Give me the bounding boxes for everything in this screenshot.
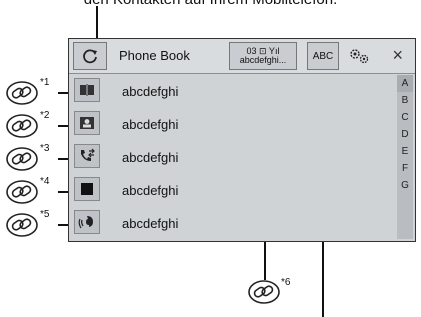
list-item[interactable]: abcdefghi: [69, 206, 399, 240]
leader-line: [58, 92, 68, 94]
leader-line: [58, 191, 68, 193]
link-icon: [6, 114, 38, 138]
index-letter[interactable]: F: [397, 160, 413, 177]
index-letter[interactable]: E: [397, 143, 413, 160]
index-letter[interactable]: C: [397, 109, 413, 126]
callout-label: *4: [40, 176, 50, 187]
list-item-label: abcdefghi: [122, 117, 179, 132]
call-history-icon[interactable]: [74, 144, 100, 168]
list-item-label: abcdefghi: [122, 84, 179, 99]
abc-search-button[interactable]: ABC: [307, 42, 339, 70]
list-item[interactable]: abcdefghi: [69, 74, 399, 108]
book-icon[interactable]: [74, 78, 100, 102]
link-icon: [6, 147, 38, 171]
device-select-button[interactable]: 03 ⊡ Yıl abcdefghi...: [229, 42, 297, 70]
index-letter[interactable]: G: [397, 177, 413, 194]
leader-line: [58, 158, 68, 160]
leader-line: [96, 6, 98, 38]
callout-label: *1: [40, 77, 50, 88]
square-icon[interactable]: [74, 177, 100, 201]
list-item[interactable]: abcdefghi: [69, 107, 399, 141]
link-icon: [248, 280, 280, 304]
index-letter[interactable]: A: [397, 75, 413, 92]
list-item[interactable]: abcdefghi: [69, 173, 399, 207]
phone-book-screen: Phone Book 03 ⊡ Yıl abcdefghi... ABC × a…: [68, 38, 416, 242]
callout-label: *6: [281, 277, 291, 288]
caption: den Kontakten auf Ihrem Mobiltelefon.: [0, 0, 421, 8]
list-item-label: abcdefghi: [122, 150, 179, 165]
device-name: abcdefghi...: [239, 55, 287, 65]
header-bar: Phone Book 03 ⊡ Yıl abcdefghi... ABC ×: [69, 39, 415, 74]
refresh-button[interactable]: [73, 42, 107, 70]
alphabet-index[interactable]: A B C D E F G: [397, 75, 413, 239]
page-title: Phone Book: [119, 48, 190, 63]
list-item[interactable]: abcdefghi: [69, 140, 399, 174]
link-icon: [6, 81, 38, 105]
refresh-icon: [83, 49, 97, 64]
settings-icon: [350, 49, 369, 64]
leader-line: [58, 125, 68, 127]
voice-dial-icon[interactable]: [74, 210, 100, 234]
leader-line: [58, 224, 68, 226]
callout-label: *3: [40, 143, 50, 154]
index-letter[interactable]: B: [397, 92, 413, 109]
callout-label: *2: [40, 110, 50, 121]
close-button[interactable]: ×: [392, 45, 403, 66]
abc-label: ABC: [312, 50, 334, 62]
callout-label: *5: [40, 209, 50, 220]
contact-card-icon[interactable]: [74, 111, 100, 135]
index-letter[interactable]: D: [397, 126, 413, 143]
settings-button[interactable]: [343, 42, 375, 70]
link-icon: [6, 180, 38, 204]
link-icon: [6, 213, 38, 237]
list-item-label: abcdefghi: [122, 216, 179, 231]
list-item-label: abcdefghi: [122, 183, 179, 198]
